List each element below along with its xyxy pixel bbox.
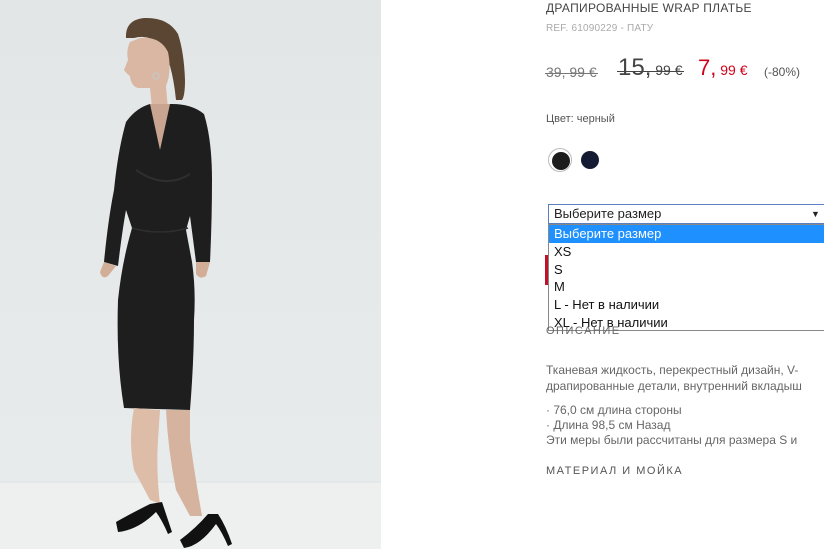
sale-price: 7, 99 €: [698, 55, 748, 81]
size-option-l[interactable]: L - Нет в наличии: [549, 296, 824, 314]
product-title: ДРАПИРОВАННЫЕ WRAP ПЛАТЬЕ: [546, 1, 752, 15]
discount-badge: (-80%): [764, 65, 801, 79]
sale-price-integer: 7,: [698, 55, 717, 80]
original-price: 39, 99 €: [545, 64, 598, 80]
product-photo: [0, 0, 381, 549]
swatch-dot: [552, 152, 570, 170]
description-text: Тканевая жидкость, перекрестный дизайн, …: [546, 362, 802, 394]
description-heading[interactable]: ОПИСАНИЕ: [546, 325, 621, 337]
size-option-m[interactable]: M: [549, 278, 824, 296]
product-reference: REF. 61090229 - ПАТУ: [546, 23, 654, 34]
previous-price: 15, 99 €: [617, 54, 684, 82]
material-care-heading[interactable]: МАТЕРИАЛ И МОЙКА: [546, 465, 683, 477]
size-option-placeholder[interactable]: Выберите размер: [549, 225, 824, 243]
measurement-line: Эти меры были рассчитаны для размера S и: [546, 433, 798, 447]
model-image: [0, 0, 381, 549]
color-label: Цвет: черный: [546, 113, 615, 125]
measurement-line: · Длина 98,5 см Назад: [546, 418, 671, 432]
previous-price-integer: 15,: [618, 54, 652, 81]
size-option-xs[interactable]: XS: [549, 243, 824, 261]
size-dropdown-list: Выберите размер XS S M L - Нет в наличии…: [548, 224, 824, 331]
swatch-dot: [581, 151, 599, 169]
color-swatch-black[interactable]: [548, 148, 572, 172]
size-select[interactable]: Выберите размер ▼: [548, 204, 824, 224]
size-select-value: Выберите размер: [554, 206, 662, 221]
size-option-s[interactable]: S: [549, 261, 824, 279]
strikethrough-line: [545, 73, 598, 75]
measurements: · 76,0 см длина стороны · Длина 98,5 см …: [546, 403, 797, 448]
strikethrough-line: [617, 70, 684, 72]
description-line: Тканевая жидкость, перекрестный дизайн, …: [546, 363, 799, 377]
color-swatch-navy[interactable]: [578, 148, 602, 172]
original-price-value: 39, 99 €: [546, 64, 597, 80]
description-line: драпированные детали, внутренний вкладыш: [546, 379, 802, 393]
measurement-line: · 76,0 см длина стороны: [546, 403, 682, 417]
sale-price-decimal: 99 €: [716, 62, 748, 78]
chevron-down-icon[interactable]: ▼: [811, 205, 820, 223]
